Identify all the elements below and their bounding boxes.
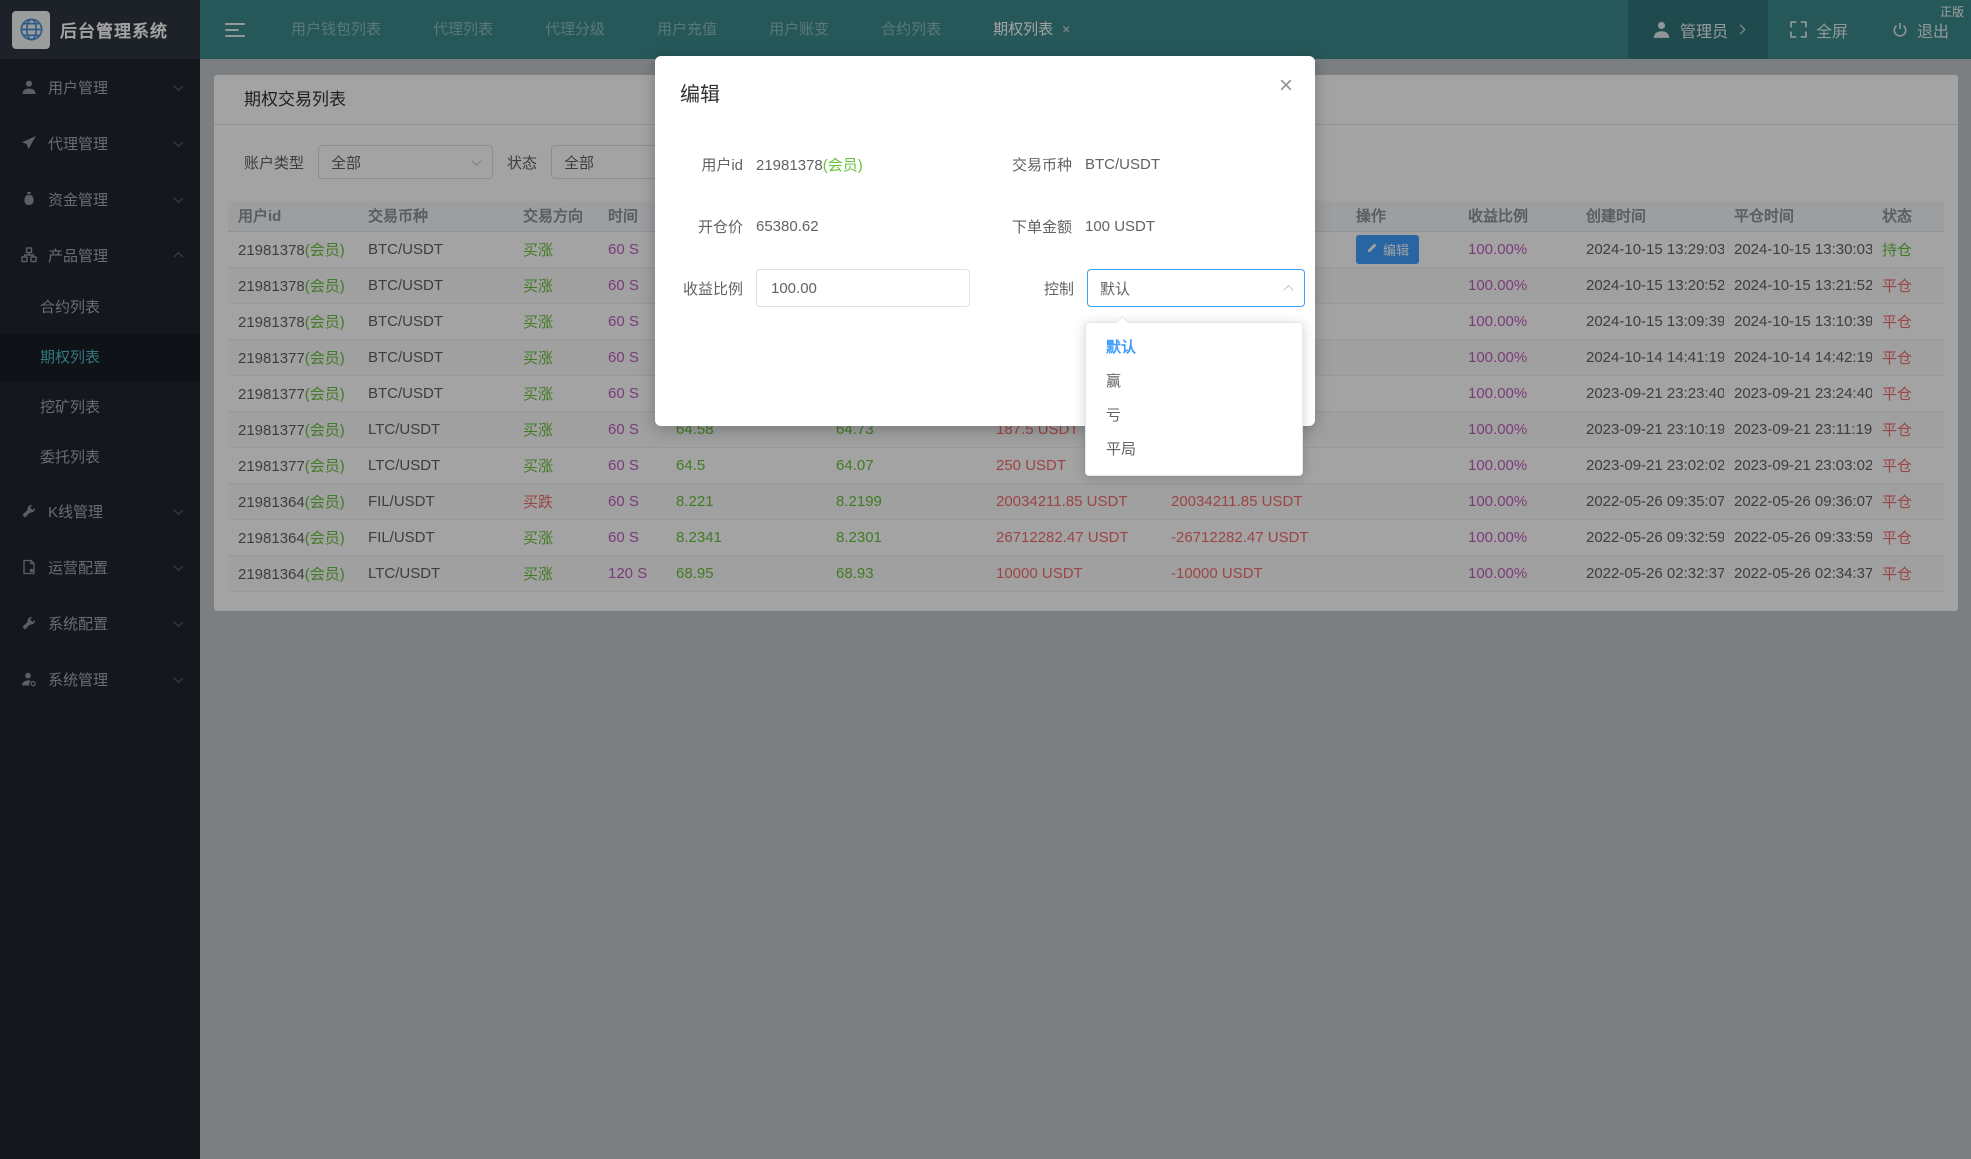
pair-label: 交易币种 [968, 154, 1072, 175]
member-tag: (会员) [823, 157, 863, 174]
close-icon[interactable]: × [1279, 74, 1293, 98]
user-id-label: 用户id [655, 154, 743, 175]
dialog-title: 编辑 [655, 56, 1315, 107]
control-dropdown: 默认赢亏平局 [1085, 322, 1303, 476]
dropdown-option[interactable]: 赢 [1086, 365, 1302, 399]
dropdown-option[interactable]: 平局 [1086, 433, 1302, 467]
edit-form: 用户id 21981378(会员) 交易币种 BTC/USDT 开仓价 6538… [655, 144, 1315, 330]
amount-value: 100 USDT [1085, 218, 1155, 235]
control-select-value: 默认 [1100, 278, 1130, 299]
open-price-label: 开仓价 [655, 216, 743, 237]
ratio-label: 收益比例 [655, 278, 743, 299]
amount-label: 下单金额 [968, 216, 1072, 237]
dropdown-option[interactable]: 默认 [1086, 331, 1302, 365]
control-select[interactable]: 默认 [1087, 269, 1305, 307]
control-label: 控制 [970, 278, 1074, 299]
chevron-up-icon [1284, 284, 1294, 294]
dropdown-option[interactable]: 亏 [1086, 399, 1302, 433]
pair-value: BTC/USDT [1085, 156, 1160, 173]
ratio-input[interactable] [756, 269, 970, 307]
user-id-value: 21981378(会员) [756, 154, 968, 175]
open-price-value: 65380.62 [756, 218, 968, 235]
